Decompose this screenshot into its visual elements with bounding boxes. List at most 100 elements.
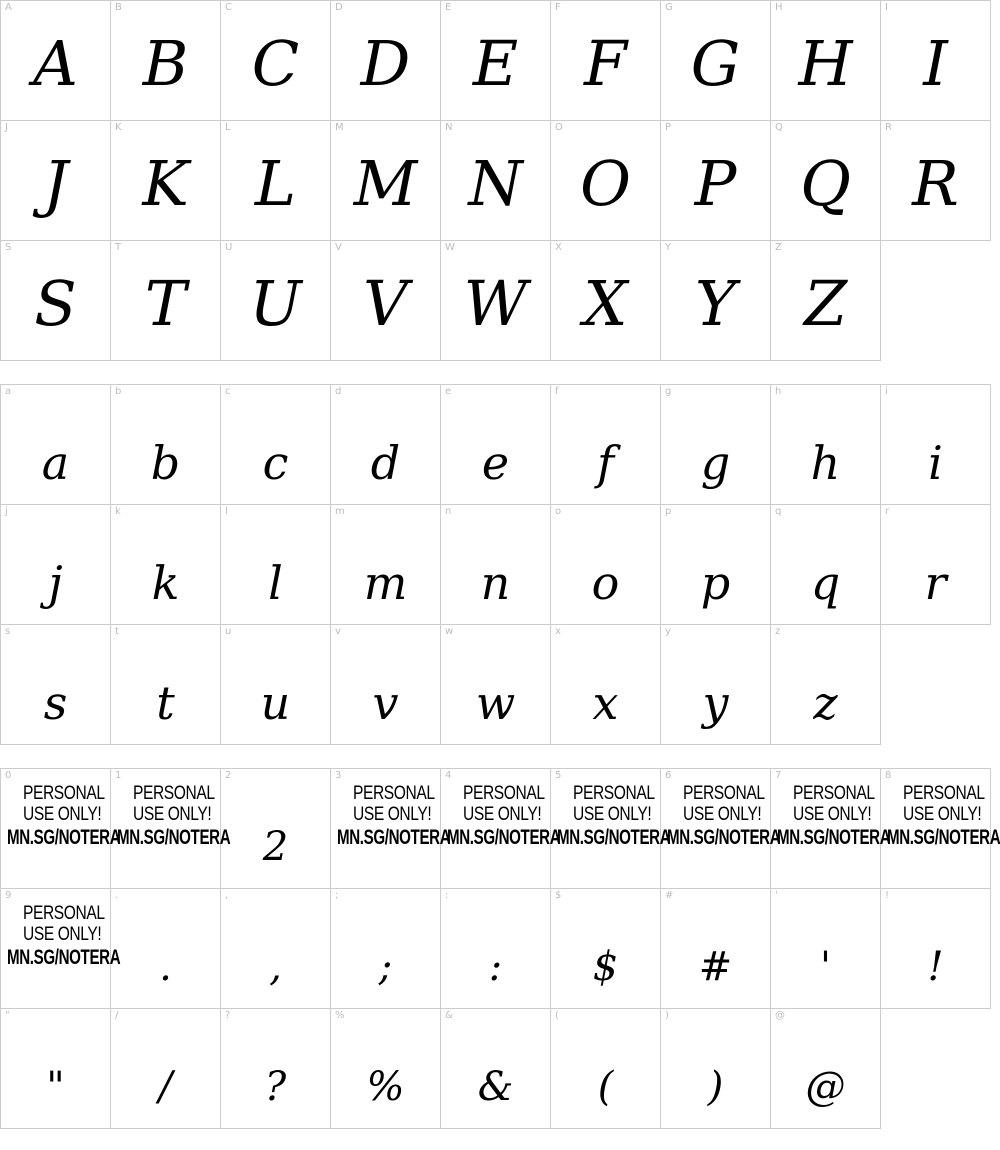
glyph-key-label: v	[335, 626, 341, 637]
watermark-line-url: MN.SG/NOTERA	[7, 826, 121, 849]
glyph-key-label: b	[115, 386, 122, 397]
glyph-cell: JJ	[1, 121, 111, 241]
glyph-key-label: C	[225, 2, 232, 13]
glyph-key-label: p	[665, 506, 672, 517]
glyph-cell: FF	[551, 1, 661, 121]
glyph-cell: vv	[331, 625, 441, 745]
watermark-line-use-only: USE ONLY!	[903, 804, 982, 825]
glyph-cell: jj	[1, 505, 111, 625]
watermark-line-use-only: USE ONLY!	[23, 804, 102, 825]
watermark-line-url: MN.SG/NOTERA	[557, 826, 671, 849]
lower-glyph: p	[700, 556, 731, 610]
glyph-key-label: I	[885, 2, 888, 13]
glyph-key-label: S	[5, 242, 12, 253]
upper-glyph: Z	[803, 267, 848, 340]
glyph-key-label: B	[115, 2, 122, 13]
numbers-symbols-grid: 0 PERSONAL USE ONLY! MN.SG/NOTERA 1 PERSONAL U…	[0, 768, 1000, 1129]
glyph-key-label: W	[445, 242, 455, 253]
glyph-key-label: G	[665, 2, 673, 13]
glyph-cell: xx	[551, 625, 661, 745]
upper-glyph: M	[353, 147, 418, 220]
upper-glyph: C	[251, 27, 300, 100]
glyph-cell: ii	[881, 385, 991, 505]
glyph-key-label: /	[115, 1010, 119, 1021]
lower-glyph: a	[41, 436, 70, 490]
glyph-key-label: u	[225, 626, 232, 637]
watermark-line-url: MN.SG/NOTERA	[447, 826, 561, 849]
glyph-cell: ::	[441, 889, 551, 1009]
glyph-cell: TT	[111, 241, 221, 361]
glyph-cell: II	[881, 1, 991, 121]
glyph-cell: KK	[111, 121, 221, 241]
symbol-glyph: $	[592, 944, 619, 990]
lower-glyph: x	[592, 676, 619, 730]
upper-glyph: G	[690, 27, 741, 100]
watermark-line-personal: PERSONAL	[573, 783, 655, 804]
watermark-line-personal: PERSONAL	[463, 783, 545, 804]
glyph-key-label: 3	[335, 770, 342, 781]
glyph-key-label: 1	[115, 770, 122, 781]
glyph-cell: @ @	[771, 1009, 881, 1129]
watermark-line-personal: PERSONAL	[903, 783, 985, 804]
upper-glyph: R	[912, 147, 959, 220]
glyph-cell: QQ	[771, 121, 881, 241]
glyph-key-label: e	[445, 386, 452, 397]
upper-glyph: K	[142, 147, 189, 220]
glyph-cell: ZZ	[771, 241, 881, 361]
glyph-cell: nn	[441, 505, 551, 625]
glyph-key-label: A	[5, 2, 12, 13]
glyph-cell: 4 PERSONAL USE ONLY! MN.SG/NOTERA	[441, 769, 561, 889]
glyph-key-label: D	[335, 2, 343, 13]
glyph-cell: 9 PERSONAL USE ONLY! MN.SG/NOTERA	[1, 889, 121, 1009]
glyph-cell: 7 PERSONAL USE ONLY! MN.SG/NOTERA	[771, 769, 891, 889]
glyph-key-label: a	[5, 386, 12, 397]
glyph-key-label: x	[555, 626, 561, 637]
glyph-key-label: y	[665, 626, 671, 637]
glyph-key-label: @	[775, 1010, 785, 1021]
glyph-key-label: ?	[225, 1010, 231, 1021]
symbol-glyph: 2	[262, 824, 289, 870]
glyph-key-label: ,	[225, 890, 229, 901]
glyph-cell: RR	[881, 121, 991, 241]
glyph-key-label: s	[5, 626, 11, 637]
symbol-glyph: ?	[264, 1064, 287, 1110]
lower-glyph: c	[262, 436, 289, 490]
upper-glyph: X	[583, 267, 628, 340]
lower-glyph: g	[700, 436, 731, 490]
glyph-key-label: h	[775, 386, 782, 397]
glyph-key-label: T	[115, 242, 122, 253]
glyph-cell: / /	[111, 1009, 221, 1129]
symbol-glyph: :	[488, 944, 503, 990]
glyph-cell: NN	[441, 121, 551, 241]
glyph-key-label: c	[225, 386, 231, 397]
glyph-cell: aa	[1, 385, 111, 505]
glyph-cell: MM	[331, 121, 441, 241]
glyph-key-label: f	[555, 386, 559, 397]
glyph-key-label: d	[335, 386, 342, 397]
glyph-cell: ff	[551, 385, 661, 505]
glyph-key-label: n	[445, 506, 452, 517]
glyph-key-label: V	[335, 242, 342, 253]
upper-glyph: D	[360, 27, 411, 100]
glyph-cell: tt	[111, 625, 221, 745]
upper-glyph: U	[249, 267, 302, 340]
lower-glyph: r	[924, 556, 947, 610]
lower-glyph: e	[481, 436, 510, 490]
glyph-cell: zz	[771, 625, 881, 745]
watermark-line-personal: PERSONAL	[23, 903, 105, 924]
lower-glyph: i	[928, 436, 943, 490]
glyph-key-label: g	[665, 386, 672, 397]
upper-glyph: P	[694, 147, 737, 220]
upper-glyph: A	[33, 27, 78, 100]
symbol-glyph: )	[707, 1064, 724, 1110]
glyph-key-label: %	[335, 1010, 345, 1021]
glyph-cell: ))	[661, 1009, 771, 1129]
personal-use-watermark: PERSONAL USE ONLY! MN.SG/NOTERA	[887, 783, 1000, 851]
glyph-key-label: j	[5, 506, 8, 517]
glyph-key-label: r	[885, 506, 890, 517]
glyph-key-label: E	[445, 2, 452, 13]
glyph-key-label: &	[445, 1010, 453, 1021]
glyph-key-label: 6	[665, 770, 672, 781]
glyph-cell: " "	[1, 1009, 111, 1129]
glyph-key-label: $	[555, 890, 562, 901]
